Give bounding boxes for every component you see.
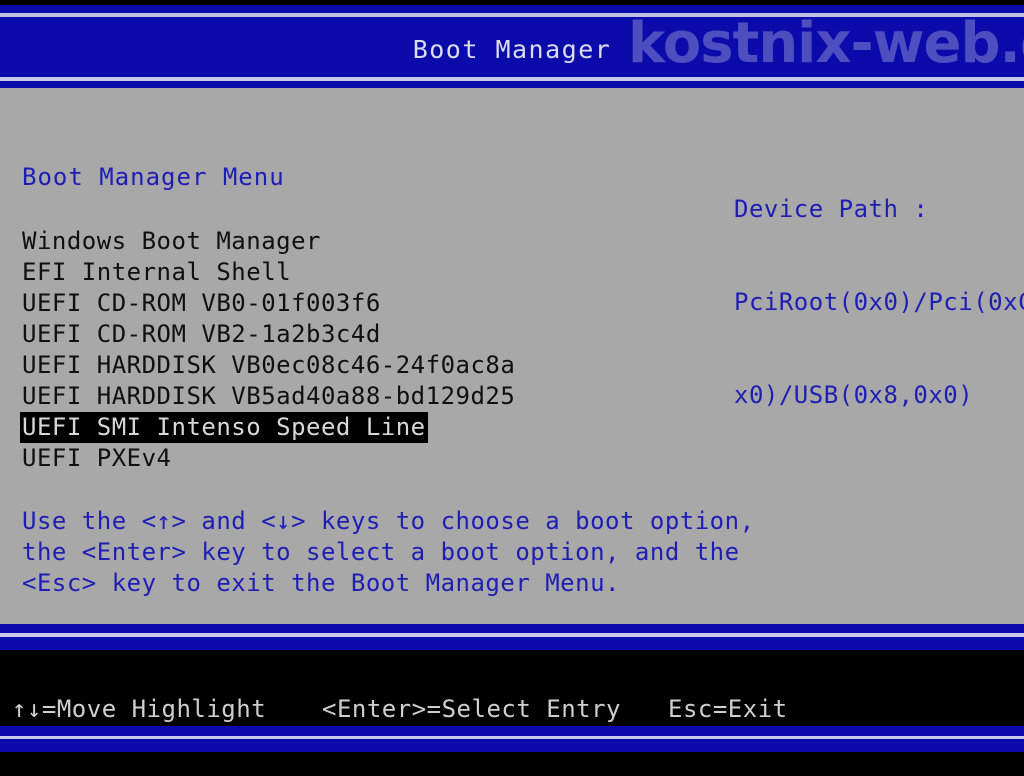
boot-option-label: UEFI CD-ROM VB0-01f003f6: [22, 289, 381, 317]
boot-option[interactable]: Windows Boot Manager: [0, 226, 700, 257]
boot-option-label: UEFI CD-ROM VB2-1a2b3c4d: [22, 320, 381, 348]
footer-key-exit: Esc=Exit: [668, 695, 788, 723]
menu-heading: Boot Manager Menu: [22, 163, 285, 191]
footer-key-hints: ↑↓=Move Highlight <Enter>=Select Entry E…: [0, 695, 1024, 725]
help-line-1: Use the <↑> and <↓> keys to choose a boo…: [22, 507, 755, 535]
boot-option[interactable]: UEFI CD-ROM VB0-01f003f6: [0, 288, 700, 319]
boot-option[interactable]: UEFI PXEv4: [0, 443, 700, 474]
boot-option-label: Windows Boot Manager: [22, 227, 321, 255]
boot-option-list[interactable]: Windows Boot Manager EFI Internal Shell UE…: [0, 226, 700, 474]
help-text: Use the <↑> and <↓> keys to choose a boo…: [22, 506, 755, 599]
boot-option-selected[interactable]: UEFI SMI Intenso Speed Line: [0, 412, 700, 443]
help-line-3: <Esc> key to exit the Boot Manager Menu.: [22, 569, 620, 597]
boot-option-label: UEFI SMI Intenso Speed Line: [20, 412, 428, 443]
page-title: Boot Manager: [412, 35, 612, 64]
title-bar-rule-bottom: [0, 77, 1024, 81]
boot-option[interactable]: EFI Internal Shell: [0, 257, 700, 288]
footer-rule-top: [0, 633, 1024, 637]
bottom-black-border: [0, 752, 1024, 776]
title-bar: kostnix-web.de Boot Manager: [0, 5, 1024, 88]
boot-option[interactable]: UEFI CD-ROM VB2-1a2b3c4d: [0, 319, 700, 350]
footer-band-top: [0, 624, 1024, 650]
help-line-2: the <Enter> key to select a boot option,…: [22, 538, 740, 566]
boot-option-label: UEFI PXEv4: [22, 444, 172, 472]
boot-option-label: UEFI HARDDISK VB5ad40a88-bd129d25: [22, 382, 516, 410]
device-path-line-2: x0)/USB(0x8,0x0): [734, 381, 974, 409]
boot-option[interactable]: UEFI HARDDISK VB0ec08c46-24f0ac8a: [0, 350, 700, 381]
content-area: Boot Manager Menu Windows Boot Manager EF…: [0, 88, 1024, 624]
device-path-line-1: PciRoot(0x0)/Pci(0xC,0: [734, 288, 1024, 316]
device-path-panel: Device Path : PciRoot(0x0)/Pci(0xC,0 x0)…: [734, 132, 1024, 473]
boot-option-label: EFI Internal Shell: [22, 258, 292, 286]
boot-option[interactable]: UEFI HARDDISK VB5ad40a88-bd129d25: [0, 381, 700, 412]
footer-band-bottom: [0, 726, 1024, 752]
footer-key-move-highlight: ↑↓=Move Highlight: [12, 695, 267, 723]
footer-key-select-entry: <Enter>=Select Entry: [322, 695, 621, 723]
footer-rule-bottom: [0, 736, 1024, 739]
boot-option-label: UEFI HARDDISK VB0ec08c46-24f0ac8a: [22, 351, 516, 379]
device-path-label: Device Path :: [734, 195, 929, 223]
bios-setup-screen: kostnix-web.de Boot Manager Boot Manager…: [0, 0, 1024, 776]
